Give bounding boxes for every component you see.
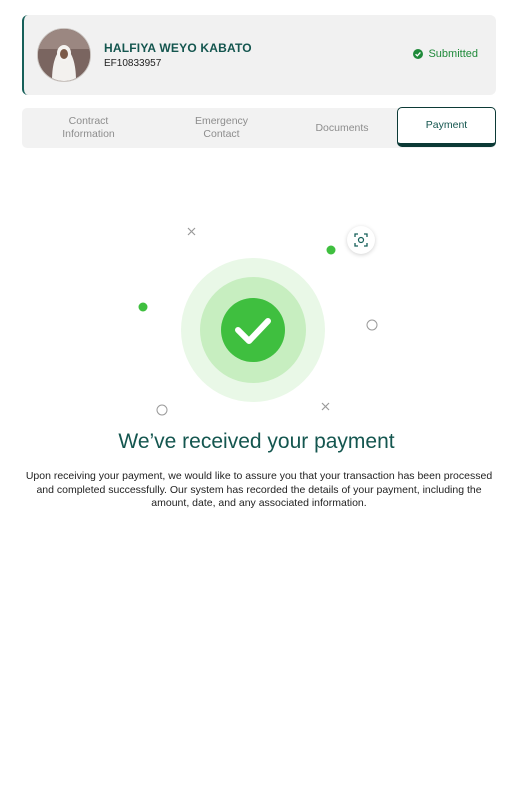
status-label: Submitted [428, 48, 478, 60]
tab-contract-information[interactable]: Contract Information [44, 108, 133, 148]
scan-button[interactable] [347, 226, 375, 254]
scan-icon [354, 233, 368, 247]
profile-name: HALFIYA WEYO KABATO [104, 41, 252, 55]
success-check-icon [221, 298, 285, 362]
avatar [37, 28, 91, 82]
confirmation-title: We’ve received your payment [118, 430, 395, 453]
tab-emergency-contact[interactable]: Emergency Contact [177, 108, 266, 148]
status-badge: Submitted [413, 48, 478, 60]
tab-bar: Contract Information Emergency Contact D… [22, 107, 496, 148]
tab-payment[interactable]: Payment [397, 107, 496, 147]
profile-id: EF10833957 [104, 58, 162, 69]
confirmation-message: Upon receiving your payment, we would li… [25, 470, 493, 509]
tab-documents[interactable]: Documents [302, 108, 382, 148]
check-circle-icon [413, 49, 424, 59]
profile-card: HALFIYA WEYO KABATO EF10833957 Submitted [22, 15, 496, 95]
